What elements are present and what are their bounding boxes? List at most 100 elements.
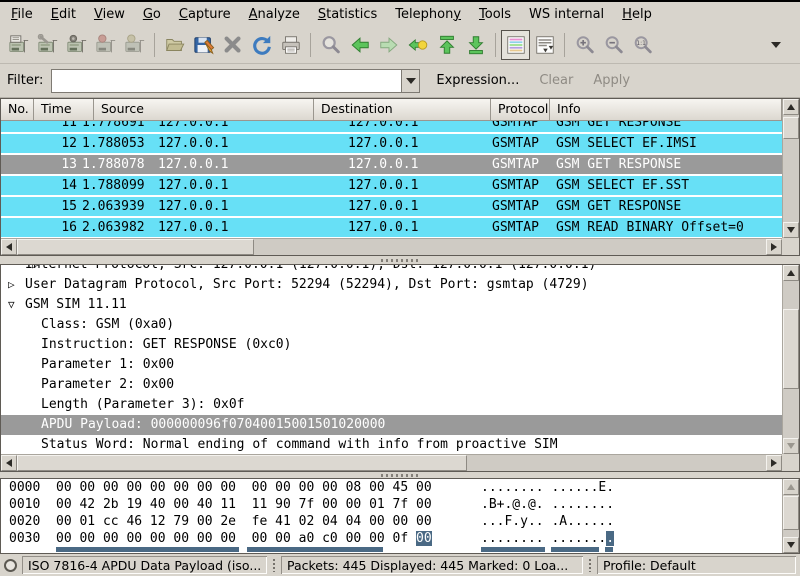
scroll-down-button[interactable] <box>783 438 799 454</box>
expression-button[interactable]: Expression... <box>432 70 523 91</box>
cell-time: 1.788099 <box>82 176 145 195</box>
zoom-normal-button[interactable]: 1:1 <box>628 30 657 60</box>
open-file-button[interactable] <box>160 30 189 60</box>
packet-row-14[interactable]: 14 1.788099 127.0.0.1 127.0.0.1 GSMTAP G… <box>1 176 782 195</box>
packet-list-vscrollbar[interactable] <box>782 99 799 238</box>
scroll-right-button[interactable] <box>766 455 782 471</box>
hex-row-0000[interactable]: 0000 00 00 00 00 00 00 00 00 00 00 00 00… <box>1 479 782 496</box>
menu-analyze[interactable]: Analyze <box>240 5 309 24</box>
toolbar-overflow-button[interactable] <box>761 30 790 60</box>
tree-item-status-word[interactable]: Status Word: Normal ending of command wi… <box>1 435 782 454</box>
packet-row-15[interactable]: 15 2.063939 127.0.0.1 127.0.0.1 GSMTAP G… <box>1 197 782 216</box>
go-to-top-button[interactable] <box>432 30 461 60</box>
scroll-thumb[interactable] <box>783 309 799 389</box>
auto-scroll-button[interactable] <box>530 30 559 60</box>
hex-field-highlight <box>481 547 545 552</box>
column-header-no[interactable]: No. <box>1 99 34 121</box>
column-header-destination[interactable]: Destination <box>314 99 491 121</box>
scroll-down-button[interactable] <box>783 222 799 238</box>
column-header-protocol[interactable]: Protocol <box>491 99 550 121</box>
column-header-source[interactable]: Source <box>94 99 314 121</box>
packet-row-13-selected[interactable]: 13 1.788078 127.0.0.1 127.0.0.1 GSMTAP G… <box>1 155 782 174</box>
close-file-button[interactable] <box>218 30 247 60</box>
hex-bytes: 00 00 00 00 00 00 00 00 00 00 a0 c0 00 0… <box>56 531 416 546</box>
menu-ws-internal[interactable]: WS internal <box>520 5 613 24</box>
reload-button[interactable] <box>247 30 276 60</box>
tree-item-ip-clipped[interactable]: ▷Internet Protocol, Src: 127.0.0.1 (127.… <box>1 265 782 275</box>
menu-edit[interactable]: Edit <box>42 5 85 24</box>
packet-row-12[interactable]: 12 1.788053 127.0.0.1 127.0.0.1 GSMTAP G… <box>1 134 782 153</box>
menu-file[interactable]: File <box>2 5 42 24</box>
menu-tools[interactable]: Tools <box>470 5 520 24</box>
go-forward-button[interactable] <box>374 30 403 60</box>
arrow-left-icon <box>6 243 12 251</box>
scroll-down-button[interactable] <box>783 537 799 553</box>
tree-item-gsm-sim[interactable]: ▽GSM SIM 11.11 <box>1 295 782 315</box>
column-header-time[interactable]: Time <box>34 99 94 121</box>
menu-help[interactable]: Help <box>613 5 661 24</box>
scroll-left-button[interactable] <box>1 239 17 255</box>
cell-info: GSM GET RESPONSE <box>556 121 681 132</box>
list-interfaces-button[interactable] <box>4 30 33 60</box>
colorize-button[interactable] <box>501 30 530 60</box>
pane-splitter[interactable] <box>0 256 800 264</box>
menu-telephony[interactable]: Telephony <box>386 5 470 24</box>
hex-row-0020[interactable]: 0020 00 01 cc 46 12 79 00 2e fe 41 02 04… <box>1 513 782 530</box>
scroll-thumb[interactable] <box>783 117 799 139</box>
menu-go[interactable]: Go <box>134 5 170 24</box>
go-to-bottom-button[interactable] <box>461 30 490 60</box>
print-button[interactable] <box>276 30 305 60</box>
expander-icon[interactable]: ▷ <box>32 265 46 275</box>
hex-selected-ascii[interactable]: . <box>606 531 614 546</box>
zoom-out-button[interactable] <box>599 30 628 60</box>
apply-button[interactable]: Apply <box>589 70 634 91</box>
expert-info-icon[interactable] <box>4 559 17 572</box>
zoom-normal-icon: 1:1 <box>632 34 654 56</box>
scroll-up-button[interactable] <box>783 99 799 115</box>
capture-restart-button[interactable] <box>120 30 149 60</box>
scroll-left-button[interactable] <box>1 455 17 471</box>
scroll-thumb[interactable] <box>17 455 467 471</box>
go-back-button[interactable] <box>345 30 374 60</box>
hex-selected-byte[interactable]: 00 <box>416 531 432 546</box>
packet-list-hscrollbar[interactable] <box>1 238 782 255</box>
scroll-up-button[interactable] <box>783 479 799 495</box>
save-file-button[interactable] <box>189 30 218 60</box>
details-vscrollbar[interactable] <box>782 265 799 454</box>
packet-row-11-clipped[interactable]: 11 1.778691 127.0.0.1 127.0.0.1 GSMTAP G… <box>1 121 782 132</box>
expander-icon[interactable]: ▷ <box>8 275 22 295</box>
tree-item-apdu-payload-selected[interactable]: APDU Payload: 000000096f0704001500150102… <box>1 415 782 435</box>
hex-row-0030[interactable]: 0030 00 00 00 00 00 00 00 00 00 00 a0 c0… <box>1 530 782 547</box>
tree-item-instruction[interactable]: Instruction: GET RESPONSE (0xc0) <box>1 335 782 355</box>
scroll-up-button[interactable] <box>783 265 799 281</box>
tree-item-label: Status Word: Normal ending of command wi… <box>41 437 558 452</box>
scroll-right-button[interactable] <box>766 239 782 255</box>
zoom-in-button[interactable] <box>570 30 599 60</box>
go-to-packet-button[interactable] <box>403 30 432 60</box>
column-header-info[interactable]: Info <box>550 99 782 121</box>
tree-item-udp[interactable]: ▷User Datagram Protocol, Src Port: 52294… <box>1 275 782 295</box>
tree-item-class[interactable]: Class: GSM (0xa0) <box>1 315 782 335</box>
tree-item-length[interactable]: Length (Parameter 3): 0x0f <box>1 395 782 415</box>
capture-start-button[interactable] <box>62 30 91 60</box>
filter-dropdown-button[interactable] <box>401 69 420 93</box>
tree-item-parameter-1[interactable]: Parameter 1: 0x00 <box>1 355 782 375</box>
hex-vscrollbar[interactable] <box>782 479 799 553</box>
menu-statistics[interactable]: Statistics <box>309 5 386 24</box>
packet-row-16[interactable]: 16 2.063982 127.0.0.1 127.0.0.1 GSMTAP G… <box>1 218 782 237</box>
capture-stop-button[interactable] <box>91 30 120 60</box>
menu-view[interactable]: View <box>85 5 134 24</box>
cell-source: 127.0.0.1 <box>158 176 228 195</box>
scroll-thumb[interactable] <box>17 239 254 255</box>
scroll-thumb[interactable] <box>783 496 799 530</box>
find-packet-button[interactable] <box>316 30 345 60</box>
tree-item-parameter-2[interactable]: Parameter 2: 0x00 <box>1 375 782 395</box>
menu-capture[interactable]: Capture <box>170 5 240 24</box>
clear-button[interactable]: Clear <box>535 70 577 91</box>
hex-row-0010[interactable]: 0010 00 42 2b 19 40 00 40 11 11 90 7f 00… <box>1 496 782 513</box>
capture-options-button[interactable] <box>33 30 62 60</box>
expander-icon[interactable]: ▽ <box>8 295 22 315</box>
colorize-icon <box>505 34 527 56</box>
filter-input[interactable] <box>51 69 401 93</box>
details-hscrollbar[interactable] <box>1 454 782 471</box>
